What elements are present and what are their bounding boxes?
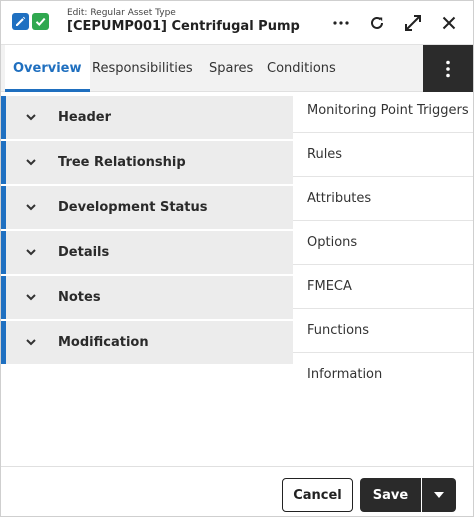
save-button[interactable]: Save [360,478,421,512]
section-modification[interactable]: Modification [1,321,293,364]
window-subtitle: Edit: Regular Asset Type [67,8,176,18]
section-nav-list: Monitoring Point Triggers Rules Attribut… [293,89,473,397]
section-label: Details [58,245,110,260]
section-list: Header Tree Relationship Development Sta… [1,96,293,366]
chevron-down-icon [26,204,36,211]
more-horizontal-icon [333,21,349,25]
section-label: Modification [58,335,149,350]
close-icon [442,16,456,30]
section-label: Notes [58,290,101,305]
section-tree-relationship[interactable]: Tree Relationship [1,141,293,184]
section-label: Header [58,110,112,125]
section-label: Tree Relationship [58,155,186,170]
cancel-button[interactable]: Cancel [282,478,353,512]
expand-button[interactable] [401,11,425,35]
window-title: [CEPUMP001] Centrifugal Pump [67,19,300,34]
edit-pencil-icon [12,13,29,30]
chevron-down-icon [26,249,36,256]
refresh-icon [371,16,383,29]
footer-bar: Cancel Save [1,466,473,516]
refresh-button[interactable] [365,11,389,35]
nav-item-rules[interactable]: Rules [293,133,473,177]
tab-spares[interactable]: Spares [209,45,253,92]
expand-icon [405,15,421,31]
tab-conditions[interactable]: Conditions [267,45,336,92]
more-options-button[interactable] [329,11,353,35]
section-notes[interactable]: Notes [1,276,293,319]
section-details[interactable]: Details [1,231,293,274]
checkmark-icon [32,13,49,30]
nav-item-options[interactable]: Options [293,221,473,265]
section-label: Development Status [58,200,208,215]
caret-down-icon [434,492,444,498]
title-app-icons [12,13,49,30]
nav-item-monitoring-point-triggers[interactable]: Monitoring Point Triggers [293,89,473,133]
title-block: Edit: Regular Asset Type [CEPUMP001] Cen… [67,7,300,35]
chevron-down-icon [26,294,36,301]
chevron-down-icon [26,114,36,121]
nav-item-attributes[interactable]: Attributes [293,177,473,221]
section-header[interactable]: Header [1,96,293,139]
title-bar: Edit: Regular Asset Type [CEPUMP001] Cen… [1,1,473,45]
tab-bar: Overview Responsibilities Spares Conditi… [1,45,473,92]
close-button[interactable] [437,11,461,35]
tab-responsibilities[interactable]: Responsibilities [92,45,193,92]
title-actions [329,11,461,35]
nav-item-fmeca[interactable]: FMECA [293,265,473,309]
tab-overview[interactable]: Overview [5,45,90,92]
chevron-down-icon [26,159,36,166]
section-development-status[interactable]: Development Status [1,186,293,229]
tab-more-button[interactable] [423,45,473,92]
nav-item-information[interactable]: Information [293,353,473,397]
more-vertical-icon [446,60,450,77]
nav-item-functions[interactable]: Functions [293,309,473,353]
edit-window: Edit: Regular Asset Type [CEPUMP001] Cen… [0,0,474,517]
save-options-button[interactable] [422,478,456,512]
chevron-down-icon [26,339,36,346]
